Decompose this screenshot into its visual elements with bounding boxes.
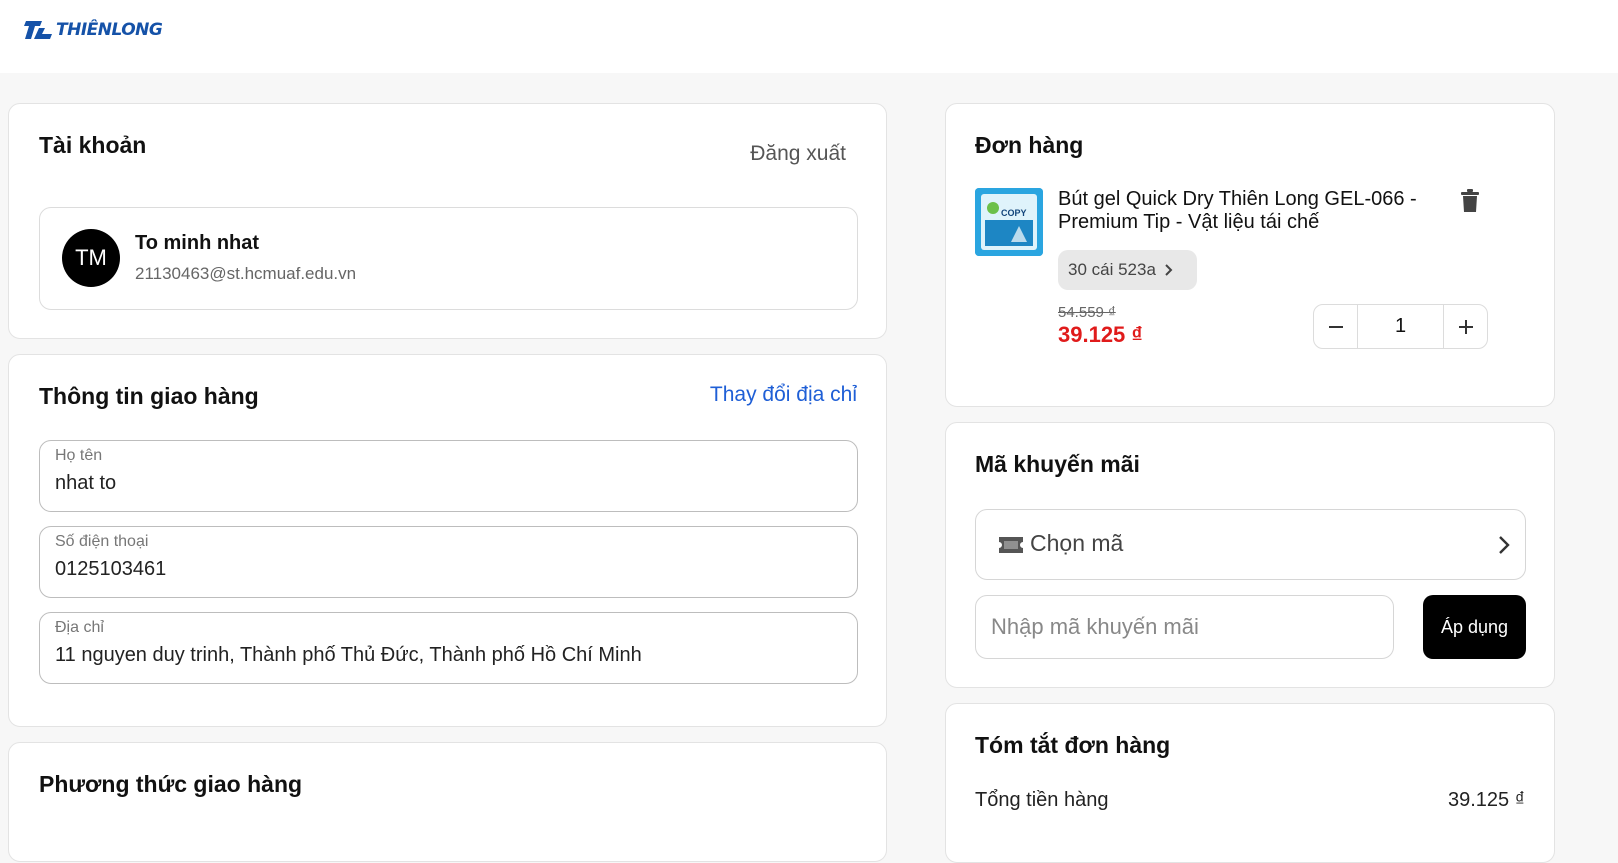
voucher-select[interactable]: Chọn mã	[975, 509, 1526, 580]
chevron-right-icon	[1165, 264, 1173, 276]
logo-text: THIÊNLONG	[56, 20, 163, 40]
change-address-link[interactable]: Thay đổi địa chỉ	[710, 383, 857, 407]
ticket-icon	[999, 537, 1023, 553]
subtotal-label: Tổng tiền hàng	[975, 789, 1109, 811]
thienlong-logo-icon	[24, 21, 52, 39]
thienlong-logo[interactable]: THIÊNLONG	[22, 18, 163, 42]
top-bar: THIÊNLONG	[0, 0, 1618, 73]
product-image[interactable]: COPY	[975, 188, 1043, 256]
variant-label: 30 cái 523a	[1068, 260, 1156, 279]
shipping-info-card: Thông tin giao hàng Thay đổi địa chỉ Họ …	[8, 354, 887, 727]
product-name[interactable]: Bút gel Quick Dry Thiên Long GEL-066 - P…	[1058, 188, 1453, 234]
decrease-quantity-button[interactable]	[1314, 305, 1357, 348]
quantity-stepper: 1	[1313, 304, 1488, 349]
full-name-field[interactable]: Họ tên nhat to	[39, 440, 858, 512]
shipping-method-card: Phương thức giao hàng	[8, 742, 887, 862]
voucher-select-label: Chọn mã	[1030, 530, 1124, 556]
minus-icon	[1328, 325, 1343, 328]
phone-field[interactable]: Số điện thoại 0125103461	[39, 526, 858, 598]
subtotal-value: 39.125 ₫	[1448, 789, 1525, 811]
shipping-method-title: Phương thức giao hàng	[39, 771, 303, 797]
promo-code-input[interactable]	[975, 595, 1394, 659]
order-card: Đơn hàng COPY Bút gel Quick Dry Thiên Lo…	[945, 103, 1555, 407]
apply-promo-button[interactable]: Áp dụng	[1423, 595, 1526, 659]
promo-title: Mã khuyến mãi	[975, 451, 1140, 477]
avatar: TM	[62, 229, 120, 287]
plus-icon	[1458, 319, 1473, 334]
full-name-label: Họ tên	[55, 447, 103, 464]
product-image-graphic	[975, 188, 1043, 256]
sale-price: 39.125 ₫	[1058, 322, 1143, 347]
product-image-text: COPY	[1001, 208, 1027, 218]
order-summary-card: Tóm tắt đơn hàng Tổng tiền hàng 39.125 ₫	[945, 703, 1555, 863]
trash-icon[interactable]	[1460, 189, 1480, 213]
profile-box: TM To minh nhat 21130463@st.hcmuaf.edu.v…	[39, 207, 858, 310]
quantity-value[interactable]: 1	[1357, 305, 1444, 348]
shipping-info-title: Thông tin giao hàng	[39, 383, 259, 409]
user-email: 21130463@st.hcmuaf.edu.vn	[135, 264, 357, 283]
phone-label: Số điện thoại	[55, 533, 149, 550]
increase-quantity-button[interactable]	[1444, 305, 1487, 348]
summary-title: Tóm tắt đơn hàng	[975, 732, 1171, 758]
variant-selector[interactable]: 30 cái 523a	[1058, 250, 1197, 290]
full-name-value: nhat to	[55, 472, 117, 494]
address-label: Địa chỉ	[55, 619, 104, 636]
user-name: To minh nhat	[135, 232, 260, 254]
account-card: Tài khoản Đăng xuất TM To minh nhat 2113…	[8, 103, 887, 339]
chevron-right-icon	[1499, 536, 1510, 554]
logout-link[interactable]: Đăng xuất	[750, 142, 846, 166]
address-value: 11 nguyen duy trinh, Thành phố Thủ Đức, …	[55, 644, 642, 666]
promo-card: Mã khuyến mãi Chọn mã Áp dụng	[945, 422, 1555, 688]
order-title: Đơn hàng	[975, 132, 1084, 158]
old-price: 54.559 ₫	[1058, 304, 1116, 321]
address-field[interactable]: Địa chỉ 11 nguyen duy trinh, Thành phố T…	[39, 612, 858, 684]
phone-value: 0125103461	[55, 558, 167, 580]
account-title: Tài khoản	[39, 132, 147, 158]
